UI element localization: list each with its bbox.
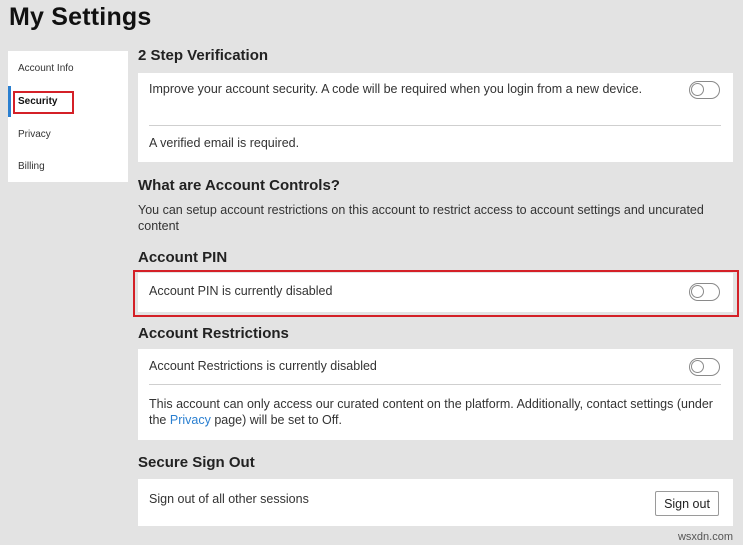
- sidebar-item-billing[interactable]: Billing: [8, 150, 128, 183]
- account-restrictions-status: Account Restrictions is currently disabl…: [149, 359, 377, 373]
- two-step-toggle[interactable]: [689, 81, 720, 99]
- secure-sign-out-title: Secure Sign Out: [138, 454, 255, 471]
- secure-sign-out-card: Sign out of all other sessions Sign out: [138, 479, 733, 526]
- divider: [149, 125, 721, 126]
- sidebar-item-label: Privacy: [18, 129, 51, 140]
- account-restrictions-toggle[interactable]: [689, 358, 720, 376]
- sidebar-item-label: Billing: [18, 161, 45, 172]
- account-controls-description: You can setup account restrictions on th…: [138, 203, 704, 233]
- toggle-knob: [691, 360, 704, 373]
- security-highlight-box: [13, 91, 74, 114]
- watermark: wsxdn.com: [677, 531, 733, 543]
- account-pin-title: Account PIN: [138, 249, 228, 266]
- sign-out-button[interactable]: Sign out: [655, 491, 719, 516]
- account-restrictions-title: Account Restrictions: [138, 325, 289, 342]
- restrictions-info-text: page) will be set to Off.: [210, 413, 342, 427]
- sidebar-item-account-info[interactable]: Account Info: [8, 52, 128, 85]
- two-step-card: Improve your account security. A code wi…: [138, 73, 733, 162]
- two-step-note: A verified email is required.: [149, 136, 300, 150]
- sidebar-item-label: Account Info: [18, 63, 74, 74]
- sidebar: Account Info Security Privacy Billing: [8, 51, 128, 182]
- privacy-link[interactable]: Privacy: [170, 413, 211, 427]
- divider: [149, 384, 721, 385]
- account-restrictions-card: Account Restrictions is currently disabl…: [138, 349, 733, 440]
- toggle-knob: [691, 83, 704, 96]
- page-title: My Settings: [9, 3, 152, 31]
- account-controls-title: What are Account Controls?: [138, 177, 340, 194]
- account-restrictions-info: This account can only access our curated…: [149, 396, 724, 428]
- account-pin-highlight-box: [133, 270, 739, 317]
- sidebar-item-privacy[interactable]: Privacy: [8, 118, 128, 151]
- two-step-title: 2 Step Verification: [138, 47, 269, 64]
- two-step-description: Improve your account security. A code wi…: [149, 82, 643, 96]
- sign-out-description: Sign out of all other sessions: [149, 492, 309, 506]
